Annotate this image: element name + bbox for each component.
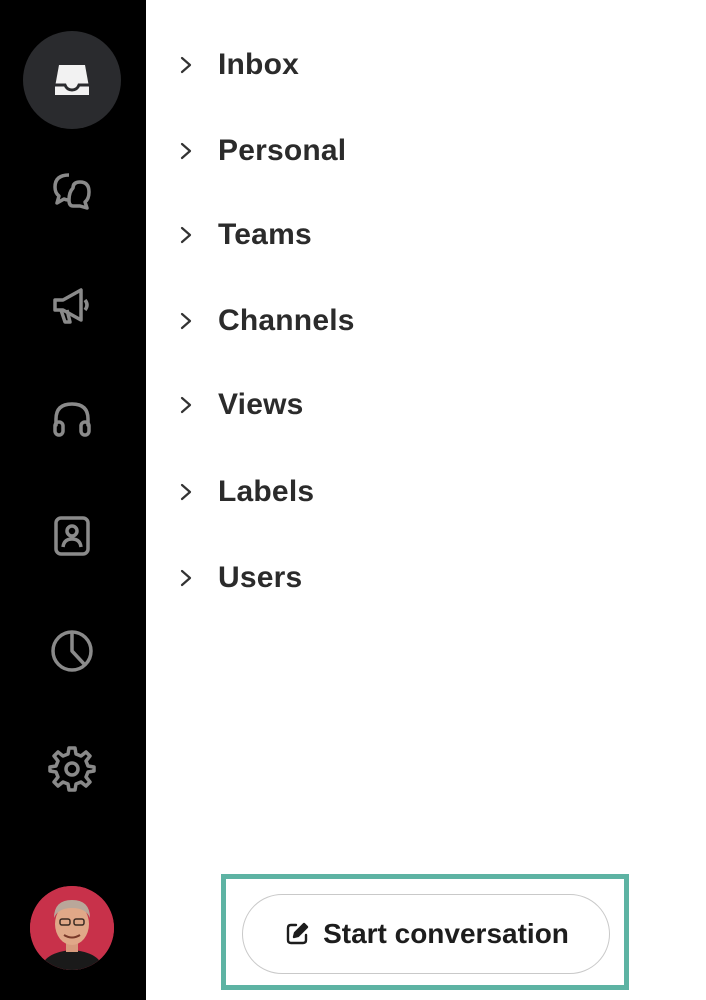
nav-item-label: Views bbox=[218, 388, 304, 421]
nav-item-inbox[interactable]: Inbox bbox=[176, 37, 576, 93]
nav-item-personal[interactable]: Personal bbox=[176, 123, 576, 179]
reports-icon[interactable] bbox=[23, 602, 121, 700]
sidebar-nav: Inbox Personal Teams Channels Views Labe… bbox=[146, 0, 706, 1000]
nav-item-label: Teams bbox=[218, 218, 312, 251]
settings-icon[interactable] bbox=[23, 718, 121, 816]
chevron-right-icon bbox=[176, 568, 196, 588]
start-conversation-label: Start conversation bbox=[323, 918, 569, 949]
conversations-icon[interactable] bbox=[23, 142, 121, 240]
nav-item-teams[interactable]: Teams bbox=[176, 207, 576, 263]
chevron-right-icon bbox=[176, 225, 196, 245]
inbox-icon[interactable] bbox=[23, 31, 121, 129]
nav-item-label: Channels bbox=[218, 304, 355, 337]
nav-item-label: Personal bbox=[218, 134, 347, 167]
nav-item-users[interactable]: Users bbox=[176, 550, 576, 606]
icon-rail bbox=[0, 0, 146, 1000]
chevron-right-icon bbox=[176, 55, 196, 75]
chevron-right-icon bbox=[176, 482, 196, 502]
start-conversation-button[interactable]: Start conversation bbox=[242, 894, 610, 974]
nav-item-channels[interactable]: Channels bbox=[176, 293, 576, 349]
contacts-icon[interactable] bbox=[23, 487, 121, 585]
user-avatar[interactable] bbox=[30, 886, 114, 970]
nav-item-label: Labels bbox=[218, 475, 315, 508]
helpcenter-icon[interactable] bbox=[23, 371, 121, 469]
chevron-right-icon bbox=[176, 141, 196, 161]
nav-item-labels[interactable]: Labels bbox=[176, 464, 576, 520]
compose-icon bbox=[283, 919, 313, 949]
nav-item-label: Inbox bbox=[218, 48, 299, 81]
nav-item-label: Users bbox=[218, 561, 303, 594]
campaigns-icon[interactable] bbox=[23, 256, 121, 354]
chevron-right-icon bbox=[176, 311, 196, 331]
nav-item-views[interactable]: Views bbox=[176, 377, 576, 433]
chevron-right-icon bbox=[176, 395, 196, 415]
